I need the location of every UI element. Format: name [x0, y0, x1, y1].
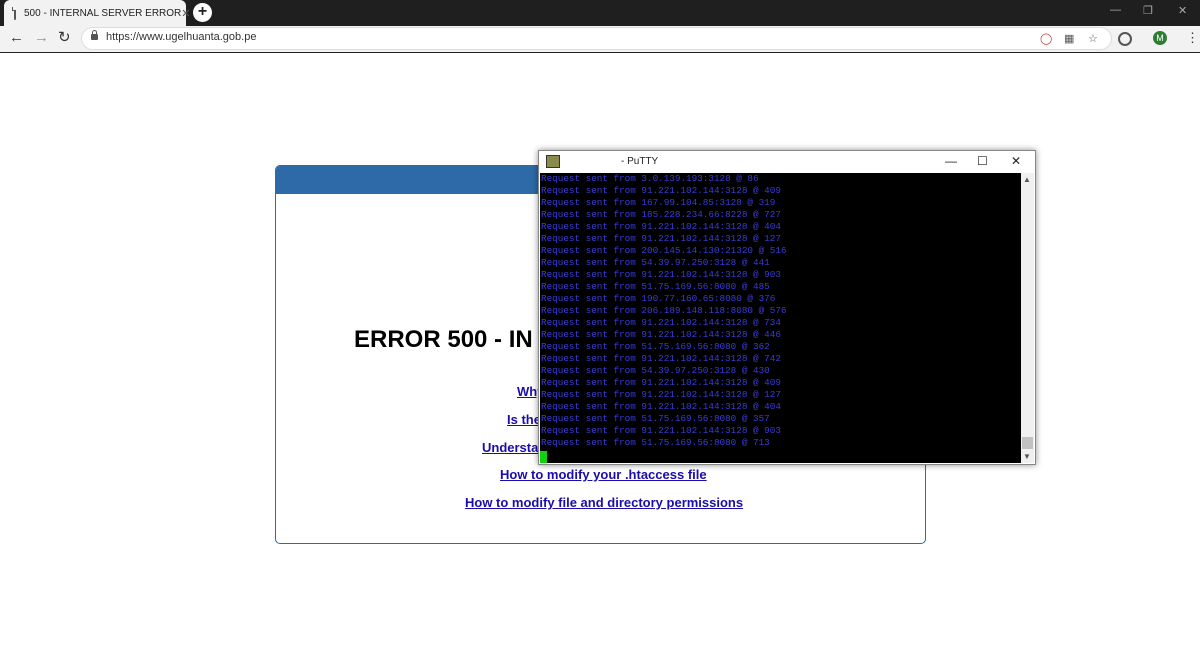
terminal-line: Request sent from 91.221.102.144:3128 @ … — [541, 269, 781, 280]
terminal-line: Request sent from 167.99.104.85:3128 @ 3… — [541, 197, 776, 208]
putty-minimize-icon[interactable]: — — [945, 154, 957, 168]
tab-title: 500 - INTERNAL SERVER ERROR — [24, 7, 182, 19]
putty-icon — [546, 155, 560, 168]
putty-title: - PuTTY — [621, 156, 659, 167]
scroll-thumb[interactable] — [1022, 437, 1033, 449]
terminal-line: Request sent from 54.39.97.250:3128 @ 43… — [541, 365, 770, 376]
putty-window: - PuTTY — ☐ ✕ Request sent from 3.0.139.… — [538, 150, 1036, 465]
terminal-line: Request sent from 3.0.139.193:3128 @ 86 — [541, 173, 759, 184]
terminal-line: Request sent from 91.221.102.144:3128 @ … — [541, 425, 781, 436]
terminal-line: Request sent from 91.221.102.144:3128 @ … — [541, 353, 781, 364]
blocked-icon[interactable]: ◯ — [1040, 32, 1052, 45]
terminal-line: Request sent from 91.221.102.144:3128 @ … — [541, 233, 781, 244]
terminal-line: Request sent from 91.221.102.144:3128 @ … — [541, 221, 781, 232]
scroll-down-icon[interactable]: ▼ — [1023, 452, 1031, 461]
error-heading: ERROR 500 - IN — [354, 326, 533, 353]
terminal-line: Request sent from 51.75.169.56:8080 @ 48… — [541, 281, 770, 292]
putty-titlebar[interactable]: - PuTTY — ☐ ✕ — [539, 151, 1035, 173]
url-text[interactable]: https://www.ugelhuanta.gob.pe — [106, 31, 256, 43]
terminal-line: Request sent from 185.228.234.66:8228 @ … — [541, 209, 781, 220]
terminal-line: Request sent from 206.189.148.118:8080 @… — [541, 305, 787, 316]
link-is-the[interactable]: Is the — [507, 412, 541, 427]
terminal-line: Request sent from 91.221.102.144:3128 @ … — [541, 389, 781, 400]
forward-icon[interactable]: → — [34, 30, 49, 46]
menu-icon[interactable]: ⋮ — [1186, 30, 1199, 46]
terminal-line: Request sent from 91.221.102.144:3128 @ … — [541, 377, 781, 388]
terminal-line: Request sent from 190.77.160.65:8080 @ 3… — [541, 293, 776, 304]
terminal-line: Request sent from 51.75.169.56:8080 @ 36… — [541, 341, 770, 352]
address-bar[interactable]: https://www.ugelhuanta.gob.pe ◯ ▦ ☆ — [82, 28, 1111, 49]
putty-close-icon[interactable]: ✕ — [1011, 154, 1021, 168]
putty-maximize-icon[interactable]: ☐ — [977, 154, 988, 168]
tab-close-icon[interactable]: ✕ — [181, 7, 190, 20]
terminal-line: Request sent from 91.221.102.144:3128 @ … — [541, 185, 781, 196]
link-htaccess[interactable]: How to modify your .htaccess file — [500, 467, 707, 482]
terminal-line: Request sent from 91.221.102.144:3128 @ … — [541, 329, 781, 340]
browser-tab[interactable]: 500 - INTERNAL SERVER ERROR ✕ — [4, 0, 190, 26]
page-icon — [12, 6, 16, 20]
terminal-scrollbar[interactable]: ▲ ▼ — [1021, 173, 1034, 463]
extension-icon[interactable] — [1118, 32, 1132, 46]
link-permissions[interactable]: How to modify file and directory permiss… — [465, 495, 743, 510]
restore-icon[interactable]: ❐ — [1143, 4, 1153, 17]
terminal-line: Request sent from 200.145.14.130:21320 @… — [541, 245, 787, 256]
terminal-line: Request sent from 91.221.102.144:3128 @ … — [541, 401, 781, 412]
scroll-up-icon[interactable]: ▲ — [1023, 175, 1031, 184]
new-tab-button[interactable]: + — [193, 3, 212, 22]
reload-icon[interactable]: ↻ — [58, 30, 71, 46]
terminal-output[interactable]: Request sent from 3.0.139.193:3128 @ 86 R… — [540, 173, 1021, 463]
browser-toolbar: ← → ↻ https://www.ugelhuanta.gob.pe ◯ ▦ … — [0, 26, 1200, 53]
profile-avatar[interactable]: M — [1153, 31, 1167, 45]
link-understanding[interactable]: Understa — [482, 440, 538, 455]
terminal-line: Request sent from 91.221.102.144:3128 @ … — [541, 317, 781, 328]
lock-icon — [91, 30, 98, 40]
terminal-cursor — [540, 451, 547, 463]
terminal-line: Request sent from 54.39.97.250:3128 @ 44… — [541, 257, 770, 268]
terminal-line: Request sent from 51.75.169.56:8080 @ 71… — [541, 437, 770, 448]
translate-icon[interactable]: ▦ — [1064, 32, 1074, 45]
close-window-icon[interactable]: ✕ — [1178, 4, 1187, 17]
star-icon[interactable]: ☆ — [1088, 32, 1098, 45]
minimize-icon[interactable]: — — [1110, 4, 1121, 16]
tab-strip: 500 - INTERNAL SERVER ERROR ✕ + — ❐ ✕ — [0, 0, 1200, 26]
terminal-line: Request sent from 51.75.169.56:8080 @ 35… — [541, 413, 770, 424]
back-icon[interactable]: ← — [9, 30, 24, 46]
